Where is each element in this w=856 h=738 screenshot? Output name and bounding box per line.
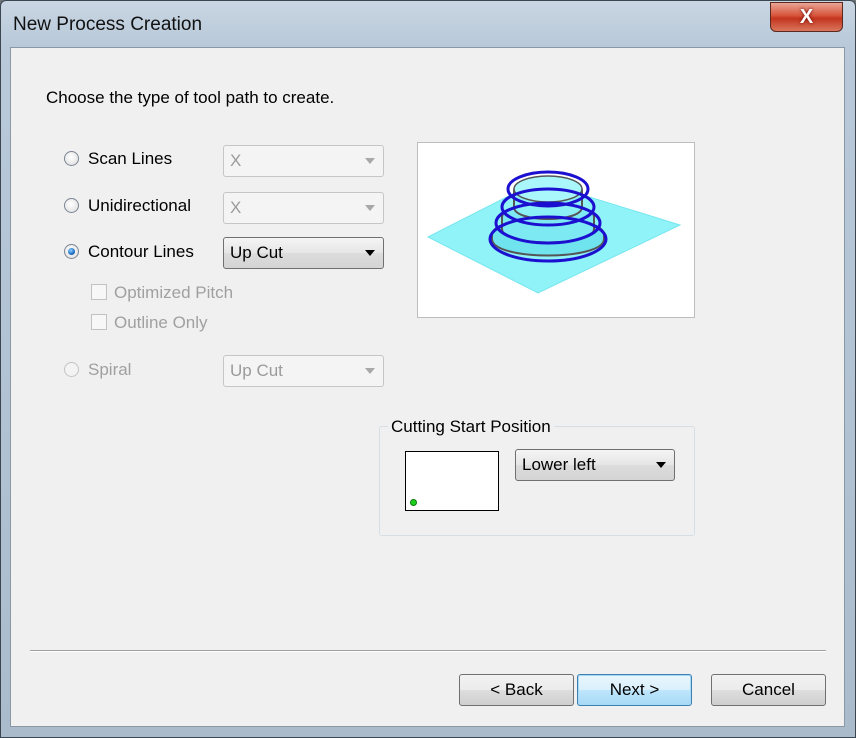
radio-unidirectional[interactable] — [64, 198, 79, 213]
chevron-down-icon — [365, 250, 375, 256]
label-contour-lines: Contour Lines — [88, 242, 194, 261]
label-outline-only: Outline Only — [114, 313, 208, 332]
combo-scan-lines-axis: X — [223, 145, 384, 177]
dialog-client-area: Choose the type of tool path to create. … — [10, 47, 845, 727]
radio-selected-dot — [68, 248, 75, 255]
dialog-window: New Process Creation X Choose the type o… — [0, 0, 856, 738]
checkbox-optimized-pitch — [91, 284, 107, 300]
chevron-down-icon — [365, 205, 375, 211]
label-scan-lines: Scan Lines — [88, 149, 173, 168]
title-bar[interactable]: New Process Creation X — [1, 1, 855, 47]
chevron-down-icon — [365, 368, 375, 374]
combo-contour-cut-direction[interactable]: Up Cut — [223, 237, 384, 269]
radio-spiral — [64, 362, 79, 377]
radio-contour-lines[interactable] — [64, 244, 79, 259]
contour-toolpath-illustration — [426, 170, 682, 294]
close-icon: X — [799, 6, 814, 28]
combo-value: Up Cut — [230, 361, 283, 380]
toolpath-preview — [417, 142, 695, 318]
start-position-diagram — [405, 451, 499, 511]
cutting-start-group: Cutting Start Position Lower left — [379, 417, 695, 536]
back-button[interactable]: < Back — [459, 674, 574, 706]
combo-value: Up Cut — [230, 243, 283, 262]
label-unidirectional: Unidirectional — [88, 196, 191, 215]
combo-spiral-cut-direction: Up Cut — [223, 355, 384, 387]
combo-value: X — [230, 151, 242, 170]
start-position-marker — [410, 499, 417, 506]
chevron-down-icon — [656, 462, 666, 468]
next-button[interactable]: Next > — [577, 674, 692, 706]
combo-value: Lower left — [522, 455, 596, 474]
close-button[interactable]: X — [770, 2, 843, 32]
group-title: Cutting Start Position — [388, 417, 554, 437]
window-title: New Process Creation — [13, 14, 203, 35]
label-spiral: Spiral — [88, 360, 132, 379]
footer-separator — [30, 650, 826, 652]
checkbox-outline-only — [91, 314, 107, 330]
combo-start-position[interactable]: Lower left — [515, 449, 675, 481]
combo-value: X — [230, 198, 242, 217]
radio-scan-lines[interactable] — [64, 151, 79, 166]
instruction-text: Choose the type of tool path to create. — [46, 88, 335, 107]
cancel-button[interactable]: Cancel — [711, 674, 826, 706]
chevron-down-icon — [365, 158, 375, 164]
combo-unidirectional-axis: X — [223, 192, 384, 224]
label-optimized-pitch: Optimized Pitch — [114, 283, 234, 302]
